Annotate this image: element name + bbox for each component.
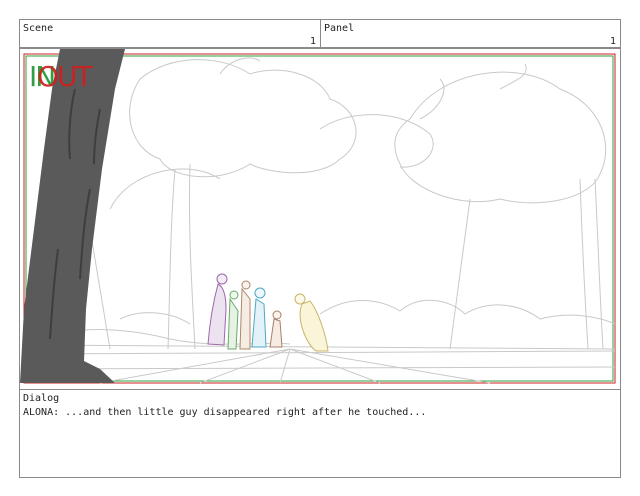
storyboard-frame[interactable]: IN OUT bbox=[19, 48, 621, 390]
panel-label: Panel bbox=[324, 23, 355, 34]
scene-field: Scene 1 bbox=[19, 19, 321, 48]
foreground-tree bbox=[20, 49, 125, 383]
panel-number: 1 bbox=[609, 36, 616, 47]
character-group bbox=[207, 273, 329, 352]
dialog-label: Dialog bbox=[23, 393, 60, 404]
scene-number: 1 bbox=[309, 36, 316, 47]
out-marker: OUT bbox=[37, 60, 93, 93]
out-text: OUT bbox=[37, 60, 93, 93]
dialog-field[interactable]: Dialog ALONA: ...and then little guy dis… bbox=[19, 389, 621, 478]
scene-label: Scene bbox=[23, 23, 54, 34]
storyboard-sketch bbox=[20, 49, 616, 384]
dialog-line: ALONA: ...and then little guy disappeare… bbox=[23, 407, 427, 418]
panel-field: Panel 1 bbox=[320, 19, 621, 48]
